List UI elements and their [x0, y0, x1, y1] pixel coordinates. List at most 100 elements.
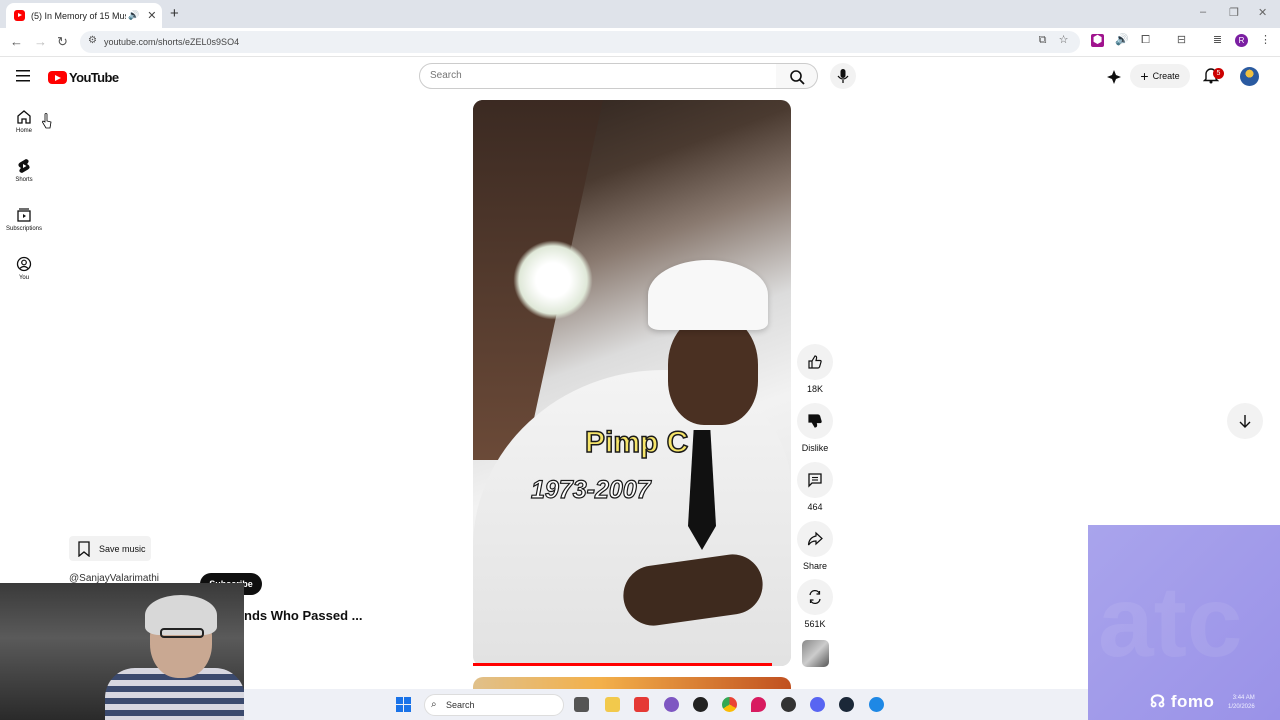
app-icon[interactable] [869, 697, 884, 712]
guide-item-shorts[interactable]: Shorts [0, 158, 48, 183]
back-icon[interactable]: ← [10, 34, 23, 49]
url-text[interactable]: youtube.com/shorts/eZEL0s9SO4 [104, 37, 239, 47]
extension-icon[interactable]: ⬢ [1091, 34, 1104, 47]
shorts-video-player[interactable]: Pimp C 1973-2007 [473, 100, 791, 666]
taskbar-search-icon: ⌕ [431, 699, 437, 710]
arrow-down-icon [1239, 415, 1251, 428]
fomo-overlay: atc [1088, 525, 1280, 720]
search-button[interactable] [776, 63, 818, 89]
install-app-icon[interactable]: ⧉ [1036, 34, 1049, 47]
speaker-icon[interactable]: 🔊 [128, 10, 139, 21]
extensions-puzzle-icon[interactable]: ⧠ [1139, 34, 1152, 47]
white-hat [648, 260, 768, 330]
maximize-button[interactable]: ❐ [1229, 6, 1239, 19]
video-progress-bar[interactable] [473, 663, 772, 666]
guide-item-you[interactable]: You [0, 256, 48, 281]
like-button[interactable]: 18K [797, 344, 833, 394]
subscriptions-icon [17, 208, 31, 222]
maps-pin-icon[interactable] [751, 697, 766, 712]
video-caption-name: Pimp C [584, 425, 689, 460]
mouse-cursor-icon [40, 113, 52, 129]
plus-icon: + [1140, 68, 1149, 84]
notification-count-badge: 5 [1213, 68, 1224, 79]
browser-tab[interactable]: (5) In Memory of 15 Music 🔊 ✕ [6, 3, 162, 28]
video-frame [473, 100, 791, 666]
remix-count: 561K [804, 619, 826, 629]
app-icon[interactable] [781, 697, 796, 712]
lily-flower [513, 240, 593, 320]
bookmark-star-icon[interactable]: ☆ [1057, 34, 1070, 47]
next-short-button[interactable] [1227, 403, 1263, 439]
reload-icon[interactable]: ↻ [57, 34, 68, 50]
steam-icon[interactable] [839, 697, 854, 712]
account-avatar[interactable] [1240, 67, 1259, 86]
search-icon [790, 70, 805, 85]
youtube-logo[interactable]: YouTube [48, 70, 119, 85]
webcam-person-glasses [160, 628, 204, 638]
youtube-logo-text: YouTube [69, 70, 119, 85]
guide-label-shorts: Shorts [15, 177, 33, 183]
chrome-icon[interactable] [722, 697, 737, 712]
remix-button[interactable]: 561K [797, 579, 833, 629]
face [668, 315, 758, 425]
fomo-logo: ☊ fomo [1150, 692, 1214, 712]
share-button[interactable]: Share [797, 521, 833, 571]
windows-start-icon[interactable] [396, 697, 411, 712]
new-tab-button[interactable]: + [170, 5, 179, 22]
task-view-icon[interactable] [574, 697, 589, 712]
like-count: 18K [806, 384, 823, 394]
address-toolbar: ← → ↻ ⚙ youtube.com/shorts/eZEL0s9SO4 [0, 28, 1280, 57]
tab-close-icon[interactable]: ✕ [147, 9, 156, 22]
split-view-icon[interactable]: ⊟ [1175, 34, 1188, 47]
reading-list-icon[interactable]: ≣ [1211, 34, 1224, 47]
site-info-icon[interactable]: ⚙ [88, 35, 97, 46]
clock-time: 3:44 AM [1232, 695, 1255, 701]
guide-label-subscriptions: Subscriptions [5, 226, 43, 232]
microphone-icon [837, 69, 849, 83]
media-speaker-icon[interactable]: 🔊 [1115, 34, 1129, 47]
dislike-button[interactable]: Dislike [797, 403, 833, 453]
search-box[interactable] [419, 63, 777, 89]
fomo-brand-text: fomo [1170, 692, 1215, 711]
fomo-mark-icon: ☊ [1150, 692, 1166, 711]
save-music-label: Save music [99, 543, 146, 554]
app-icon[interactable] [664, 697, 679, 712]
forward-icon[interactable]: → [34, 34, 47, 49]
share-icon [807, 531, 823, 546]
search-input[interactable] [430, 70, 750, 81]
taskbar-search-label: Search [446, 700, 475, 710]
hamburger-menu-icon[interactable] [16, 69, 32, 83]
app-icon[interactable] [634, 697, 649, 712]
sound-thumbnail[interactable] [802, 640, 829, 667]
remix-icon [809, 589, 821, 605]
guide-item-subscriptions[interactable]: Subscriptions [0, 207, 48, 232]
file-explorer-icon[interactable] [605, 697, 620, 712]
tab-title: (5) In Memory of 15 Music [31, 10, 126, 21]
app-icon[interactable] [693, 697, 708, 712]
video-title[interactable]: nds Who Passed ... [244, 608, 362, 623]
comment-icon [808, 473, 822, 488]
comments-button[interactable]: 464 [797, 462, 833, 512]
youtube-play-icon [48, 71, 67, 84]
create-button[interactable]: + Create [1130, 64, 1190, 88]
create-label: Create [1152, 71, 1180, 81]
minimize-button[interactable]: – [1200, 6, 1206, 18]
browser-menu-icon[interactable]: ⋮ [1259, 34, 1272, 47]
comment-count: 464 [807, 502, 823, 512]
youtube-header: YouTube + Create [0, 57, 1280, 97]
close-window-button[interactable]: ✕ [1258, 6, 1267, 19]
guide-label-you: You [18, 275, 30, 281]
shorts-icon [18, 159, 30, 173]
youtube-favicon-icon [14, 10, 25, 21]
browser-tab-bar: (5) In Memory of 15 Music 🔊 ✕ + – ❐ ✕ [0, 0, 1280, 28]
taskbar-search-box[interactable]: ⌕ Search [424, 694, 564, 716]
premium-sparkle-icon[interactable] [1106, 69, 1122, 85]
system-clock[interactable]: 3:44 AM 1/20/2026 [1228, 694, 1255, 712]
clock-date: 1/20/2026 [1228, 704, 1255, 710]
webcam-overlay [0, 583, 244, 720]
save-music-button[interactable]: Save music [69, 536, 151, 561]
voice-search-button[interactable] [830, 63, 856, 89]
profile-avatar[interactable]: R [1235, 34, 1248, 47]
discord-icon[interactable] [810, 697, 825, 712]
omnibox[interactable]: ⚙ youtube.com/shorts/eZEL0s9SO4 [80, 31, 1080, 53]
